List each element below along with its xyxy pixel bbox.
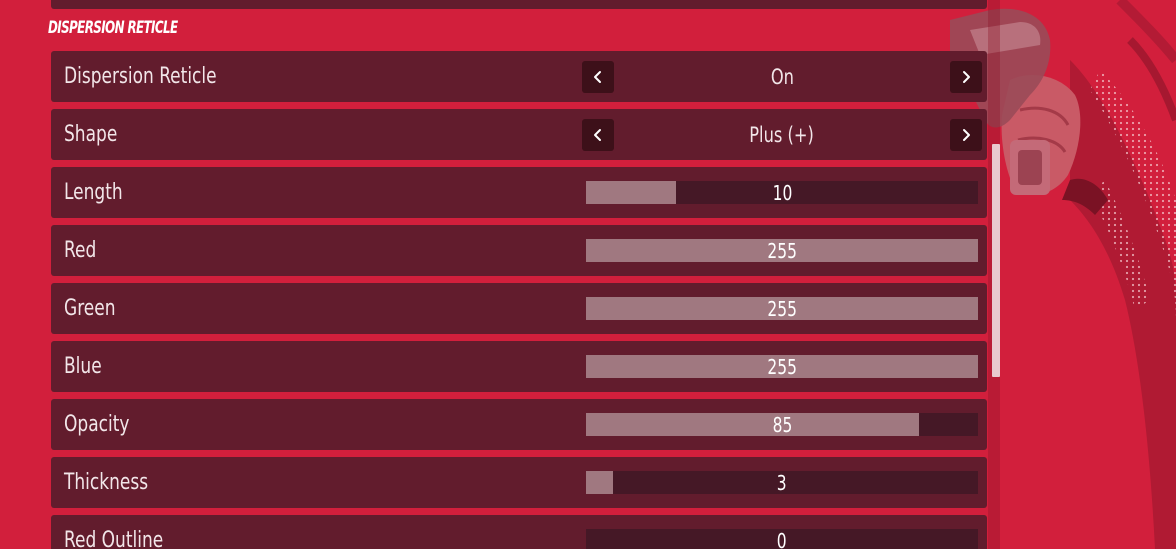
- setting-label: Green: [64, 296, 116, 321]
- setting-row-green[interactable]: Green 255: [51, 283, 987, 334]
- previous-option-button[interactable]: [582, 119, 614, 151]
- setting-label: Red Outline: [64, 528, 164, 549]
- value-slider[interactable]: 85: [586, 413, 978, 437]
- slider-value-text: 255: [767, 297, 797, 321]
- setting-row-shape[interactable]: Shape Plus (+): [51, 109, 987, 160]
- slider-value-text: 255: [767, 239, 797, 263]
- next-option-button[interactable]: [950, 119, 982, 151]
- value-slider[interactable]: 3: [586, 471, 978, 495]
- setting-label: Shape: [64, 122, 118, 147]
- chevron-right-icon: [963, 129, 970, 141]
- setting-row-red-outline[interactable]: Red Outline 0: [51, 515, 987, 549]
- option-value: On: [614, 51, 950, 102]
- setting-row-blue[interactable]: Blue 255: [51, 341, 987, 392]
- slider-value: 85: [586, 413, 978, 437]
- settings-screen: DISPERSION RETICLE Dispersion Reticle On S…: [0, 0, 1176, 549]
- slider-value: 255: [586, 297, 978, 321]
- slider-value-text: 255: [767, 355, 797, 379]
- slider-value: 3: [586, 471, 978, 495]
- slider-value: 0: [586, 529, 978, 549]
- slider-value-text: 3: [777, 471, 787, 495]
- slider-value: 255: [586, 239, 978, 263]
- chevron-left-icon: [594, 129, 601, 141]
- value-slider[interactable]: 0: [586, 529, 978, 549]
- section-title: DISPERSION RETICLE: [48, 18, 178, 38]
- setting-row-thickness[interactable]: Thickness 3: [51, 457, 987, 508]
- slider-value-text: 85: [772, 413, 792, 437]
- setting-row-length[interactable]: Length 10: [51, 167, 987, 218]
- value-slider[interactable]: 255: [586, 297, 978, 321]
- value-slider[interactable]: 255: [586, 239, 978, 263]
- slider-value-text: 10: [772, 181, 792, 205]
- chevron-left-icon: [594, 71, 601, 83]
- setting-label: Opacity: [64, 412, 130, 437]
- chevron-right-icon: [963, 71, 970, 83]
- slider-value: 10: [586, 181, 978, 205]
- option-value-text: Plus (+): [749, 123, 815, 147]
- value-slider[interactable]: 255: [586, 355, 978, 379]
- setting-row-red[interactable]: Red 255: [51, 225, 987, 276]
- value-slider[interactable]: 10: [586, 181, 978, 205]
- setting-row-dispersion-reticle[interactable]: Dispersion Reticle On: [51, 51, 987, 102]
- setting-label: Thickness: [64, 470, 149, 495]
- setting-row-opacity[interactable]: Opacity 85: [51, 399, 987, 450]
- option-value-text: On: [770, 65, 794, 89]
- slider-value: 255: [586, 355, 978, 379]
- previous-setting-row: [51, 0, 987, 9]
- next-option-button[interactable]: [950, 61, 982, 93]
- scrollbar-thumb[interactable]: [992, 144, 1000, 377]
- option-value: Plus (+): [614, 109, 950, 160]
- previous-option-button[interactable]: [582, 61, 614, 93]
- setting-label: Dispersion Reticle: [64, 64, 217, 89]
- setting-label: Blue: [64, 354, 102, 379]
- setting-label: Red: [64, 238, 97, 263]
- setting-label: Length: [64, 180, 123, 205]
- slider-value-text: 0: [777, 529, 787, 549]
